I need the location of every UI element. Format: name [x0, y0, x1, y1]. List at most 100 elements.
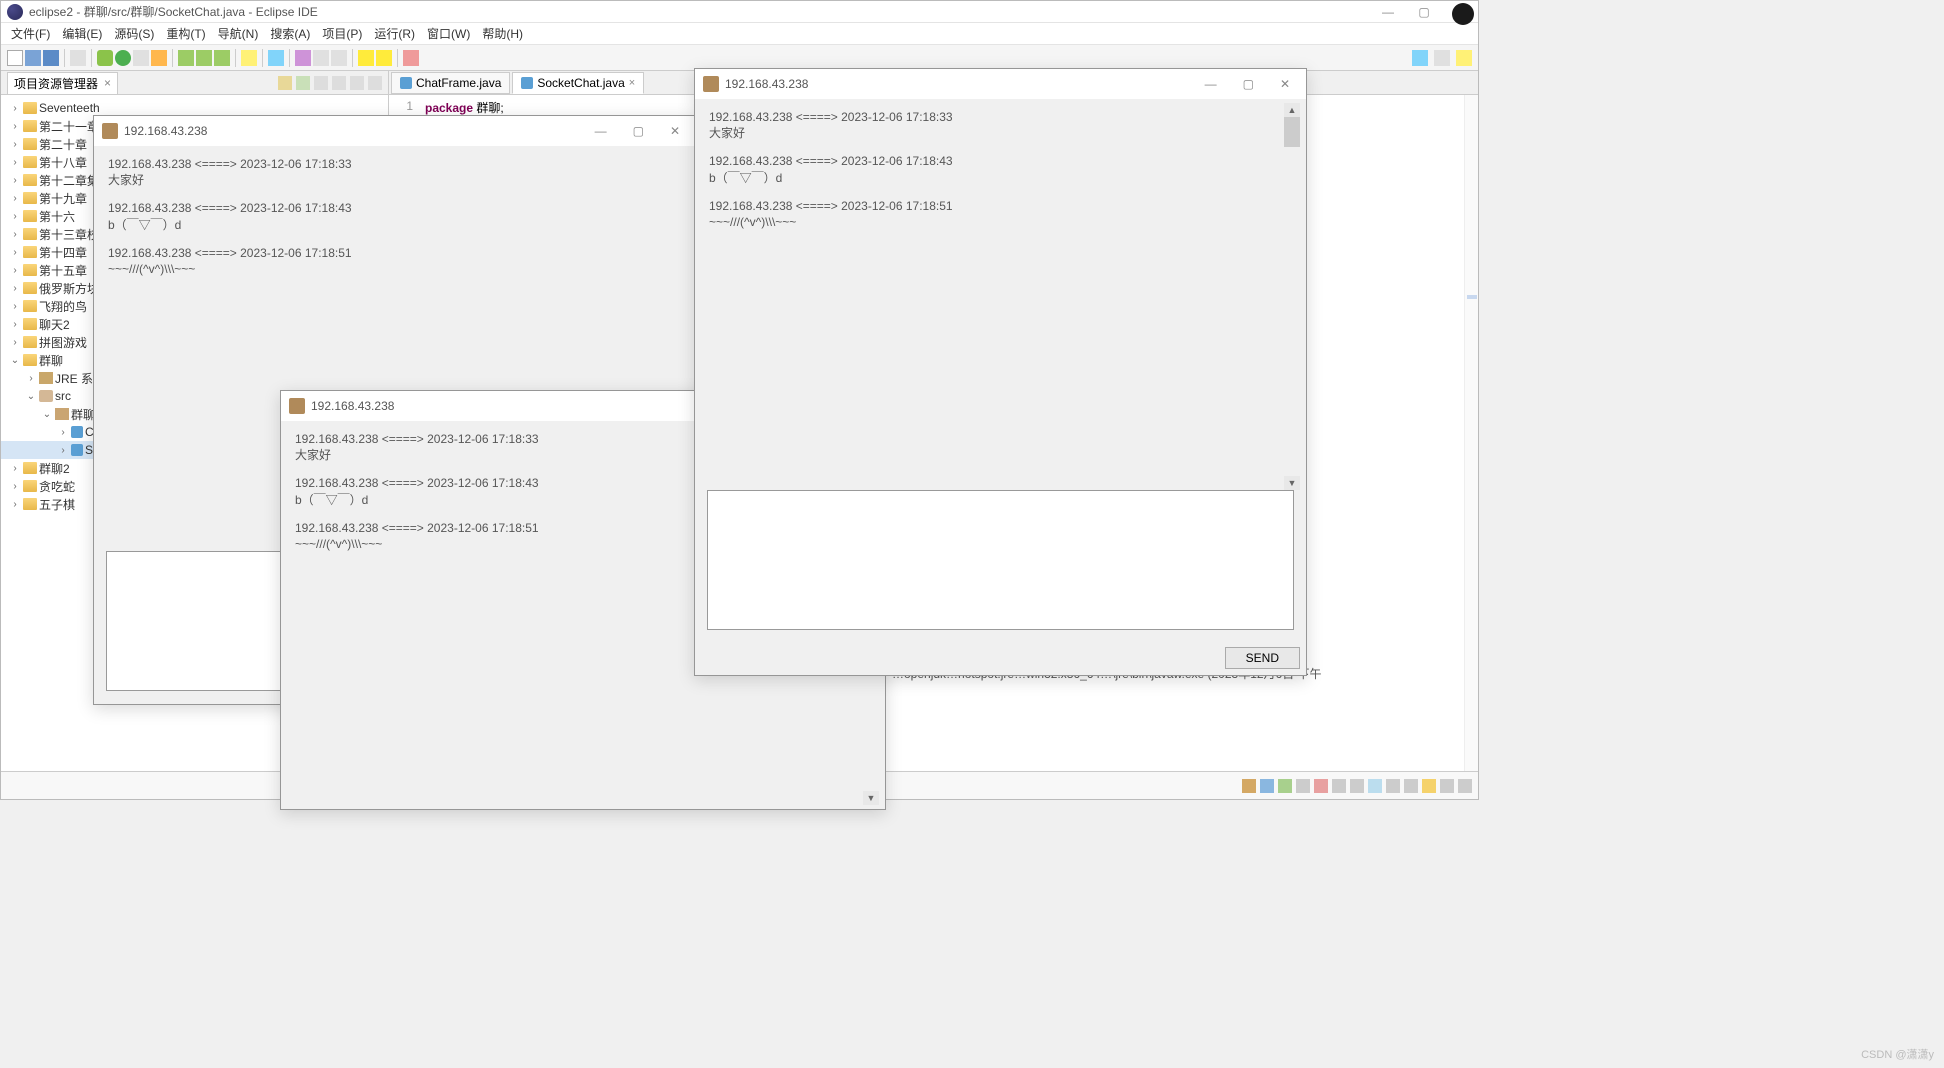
watermark: CSDN @潇潇y — [1861, 1046, 1934, 1062]
scrollbar[interactable]: ▲▼ — [1284, 103, 1300, 490]
minimize-button[interactable]: — — [1197, 75, 1225, 93]
view-menu-icon[interactable] — [332, 76, 346, 90]
tree-twisty-icon[interactable]: › — [9, 103, 21, 114]
tree-label: Seventeeth — [39, 101, 100, 115]
menu-item[interactable]: 导航(N) — [214, 23, 263, 44]
tree-twisty-icon[interactable]: › — [57, 445, 69, 456]
minimize-button[interactable]: — — [1376, 5, 1400, 19]
tree-twisty-icon[interactable]: › — [9, 481, 21, 492]
line-number: 1 — [389, 99, 413, 113]
javadoc-icon[interactable] — [1260, 779, 1274, 793]
tree-twisty-icon[interactable]: › — [9, 301, 21, 312]
minimize-icon[interactable] — [350, 76, 364, 90]
save-all-icon[interactable] — [43, 50, 59, 66]
toggle-breadcrumb-icon[interactable] — [295, 50, 311, 66]
menu-item[interactable]: 窗口(W) — [423, 23, 474, 44]
tree-twisty-icon[interactable]: › — [9, 337, 21, 348]
external-tools-icon[interactable] — [151, 50, 167, 66]
tree-twisty-icon[interactable]: › — [9, 229, 21, 240]
chat-titlebar[interactable]: 192.168.43.238 — ▢ ✕ — [94, 116, 696, 146]
display-icon[interactable] — [1404, 779, 1418, 793]
tree-twisty-icon[interactable]: › — [9, 319, 21, 330]
tree-twisty-icon[interactable]: › — [57, 427, 69, 438]
scroll-lock-icon[interactable] — [1368, 779, 1382, 793]
tree-twisty-icon[interactable]: › — [9, 247, 21, 258]
tree-twisty-icon[interactable]: › — [9, 211, 21, 222]
new-class-icon[interactable] — [214, 50, 230, 66]
tree-twisty-icon[interactable]: › — [25, 373, 37, 384]
tree-twisty-icon[interactable]: › — [9, 121, 21, 132]
tree-label: 第十五章 — [39, 262, 87, 279]
java-perspective-icon[interactable] — [1456, 50, 1472, 66]
minimize-icon[interactable] — [1440, 779, 1454, 793]
terminate-icon[interactable] — [1314, 779, 1328, 793]
chat-log[interactable]: 192.168.43.238 <====> 2023-12-06 17:18:3… — [701, 103, 1300, 490]
tree-twisty-icon[interactable]: › — [9, 139, 21, 150]
collapse-all-icon[interactable] — [278, 76, 292, 90]
undo-icon[interactable] — [70, 50, 86, 66]
filter-icon[interactable] — [314, 76, 328, 90]
tree-twisty-icon[interactable]: › — [9, 283, 21, 294]
close-icon[interactable]: × — [104, 76, 111, 90]
tree-twisty-icon[interactable]: › — [9, 157, 21, 168]
tree-twisty-icon[interactable]: ⌄ — [9, 355, 21, 366]
run-icon[interactable] — [115, 50, 131, 66]
menu-item[interactable]: 编辑(E) — [58, 23, 106, 44]
maximize-icon[interactable] — [1458, 779, 1472, 793]
search-icon[interactable] — [268, 50, 284, 66]
new-java-icon[interactable] — [178, 50, 194, 66]
nav-icon[interactable] — [331, 50, 347, 66]
send-button[interactable]: SEND — [1225, 647, 1300, 669]
close-icon[interactable]: × — [629, 77, 635, 89]
tree-twisty-icon[interactable]: ⌄ — [41, 409, 53, 420]
menu-item[interactable]: 文件(F) — [7, 23, 54, 44]
tree-twisty-icon[interactable]: › — [9, 193, 21, 204]
maximize-icon[interactable] — [368, 76, 382, 90]
maximize-button[interactable]: ▢ — [625, 122, 652, 140]
menu-item[interactable]: 帮助(H) — [478, 23, 527, 44]
chat-input[interactable] — [707, 490, 1294, 630]
coverage-icon[interactable] — [133, 50, 149, 66]
debug-icon[interactable] — [97, 50, 113, 66]
menu-item[interactable]: 运行(R) — [370, 23, 419, 44]
open-type-icon[interactable] — [241, 50, 257, 66]
open-console-icon[interactable] — [1422, 779, 1436, 793]
nav-icon[interactable] — [313, 50, 329, 66]
forward-icon[interactable] — [376, 50, 392, 66]
editor-tab[interactable]: ChatFrame.java — [391, 72, 510, 94]
minimize-button[interactable]: — — [587, 122, 615, 140]
menu-item[interactable]: 重构(T) — [162, 23, 209, 44]
tree-twisty-icon[interactable]: › — [9, 265, 21, 276]
menu-item[interactable]: 源码(S) — [110, 23, 158, 44]
tree-twisty-icon[interactable]: ⌄ — [25, 391, 37, 402]
close-button[interactable]: ✕ — [662, 122, 688, 140]
perspective-open-icon[interactable] — [1434, 50, 1450, 66]
declaration-icon[interactable] — [1278, 779, 1292, 793]
pin-console-icon[interactable] — [1386, 779, 1400, 793]
tree-twisty-icon[interactable]: › — [9, 463, 21, 474]
close-button[interactable]: ✕ — [1272, 75, 1298, 93]
explorer-tab[interactable]: 项目资源管理器 × — [7, 72, 118, 94]
maximize-button[interactable]: ▢ — [1412, 5, 1436, 19]
pin-icon[interactable] — [403, 50, 419, 66]
save-icon[interactable] — [25, 50, 41, 66]
tree-twisty-icon[interactable]: › — [9, 175, 21, 186]
back-icon[interactable] — [358, 50, 374, 66]
folder-icon — [23, 336, 37, 348]
link-editor-icon[interactable] — [296, 76, 310, 90]
menu-item[interactable]: 项目(P) — [318, 23, 366, 44]
chat-titlebar[interactable]: 192.168.43.238 — ▢ ✕ — [695, 69, 1306, 99]
tree-label: 五子棋 — [39, 496, 75, 513]
new-icon[interactable] — [7, 50, 23, 66]
new-package-icon[interactable] — [196, 50, 212, 66]
maximize-button[interactable]: ▢ — [1235, 75, 1262, 93]
menu-item[interactable]: 搜索(A) — [266, 23, 314, 44]
folder-icon — [23, 300, 37, 312]
quick-access-icon[interactable] — [1412, 50, 1428, 66]
problems-icon[interactable] — [1242, 779, 1256, 793]
remove-all-icon[interactable] — [1350, 779, 1364, 793]
tree-twisty-icon[interactable]: › — [9, 499, 21, 510]
remove-icon[interactable] — [1332, 779, 1346, 793]
editor-tab[interactable]: SocketChat.java× — [512, 72, 644, 94]
console-icon[interactable] — [1296, 779, 1310, 793]
